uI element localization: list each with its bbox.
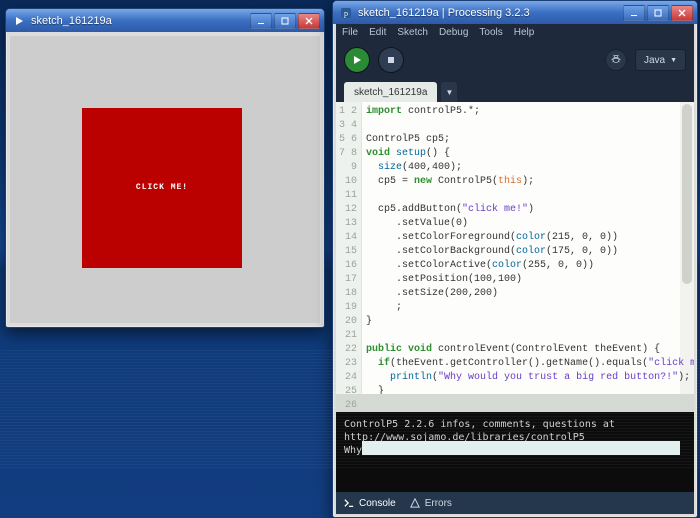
line-number-gutter: 1 2 3 4 5 6 7 8 9 10 11 12 13 14 15 16 1…	[336, 102, 362, 394]
debug-toggle-button[interactable]	[605, 49, 627, 71]
click-me-button[interactable]: CLICK ME!	[82, 108, 242, 268]
console-line: ControlP5 2.2.6 infos, comments, questio…	[344, 418, 686, 431]
errors-tab-label: Errors	[425, 498, 452, 509]
mode-label: Java	[644, 55, 665, 66]
console-icon	[344, 498, 354, 508]
run-button[interactable]	[344, 47, 370, 73]
status-bar	[336, 394, 694, 412]
menu-file[interactable]: File	[342, 27, 358, 38]
maximize-button[interactable]	[647, 5, 669, 21]
console-tab-label: Console	[359, 498, 396, 509]
chevron-down-icon: ▼	[670, 57, 677, 64]
toolbar: Java ▼	[336, 40, 694, 80]
menu-help[interactable]: Help	[514, 27, 535, 38]
stop-button[interactable]	[378, 47, 404, 73]
sketch-titlebar[interactable]: sketch_161219a	[6, 9, 324, 32]
errors-tab[interactable]: Errors	[410, 498, 452, 509]
ide-title: sketch_161219a | Processing 3.2.3	[358, 7, 623, 19]
processing-app-icon	[12, 14, 26, 28]
processing-app-icon: p	[339, 6, 353, 20]
close-button[interactable]	[298, 13, 320, 29]
minimize-button[interactable]	[250, 13, 272, 29]
current-line-highlight	[362, 441, 680, 455]
menu-debug[interactable]: Debug	[439, 27, 468, 38]
svg-text:p: p	[344, 9, 348, 18]
code-area[interactable]: import controlP5.*; ControlP5 cp5;void s…	[362, 102, 694, 394]
bottom-tab-bar: Console Errors	[336, 492, 694, 514]
maximize-button[interactable]	[274, 13, 296, 29]
processing-ide-window: p sketch_161219a | Processing 3.2.3 File…	[332, 0, 698, 518]
close-button[interactable]	[671, 5, 693, 21]
ide-titlebar[interactable]: p sketch_161219a | Processing 3.2.3	[333, 1, 697, 24]
tab-bar: sketch_161219a ▼	[336, 80, 694, 102]
editor-tab[interactable]: sketch_161219a	[344, 82, 437, 102]
menu-sketch[interactable]: Sketch	[397, 27, 428, 38]
minimize-button[interactable]	[623, 5, 645, 21]
sketch-run-window: sketch_161219a CLICK ME!	[5, 8, 325, 328]
console-tab[interactable]: Console	[344, 498, 396, 509]
code-editor[interactable]: 1 2 3 4 5 6 7 8 9 10 11 12 13 14 15 16 1…	[336, 102, 694, 394]
warning-icon	[410, 498, 420, 508]
menu-edit[interactable]: Edit	[369, 27, 386, 38]
sketch-canvas: CLICK ME!	[10, 36, 320, 323]
mode-selector[interactable]: Java ▼	[635, 49, 686, 71]
sketch-title: sketch_161219a	[31, 15, 250, 27]
menu-tools[interactable]: Tools	[479, 27, 502, 38]
menu-bar: File Edit Sketch Debug Tools Help	[336, 24, 694, 40]
tab-menu-button[interactable]: ▼	[441, 82, 457, 102]
